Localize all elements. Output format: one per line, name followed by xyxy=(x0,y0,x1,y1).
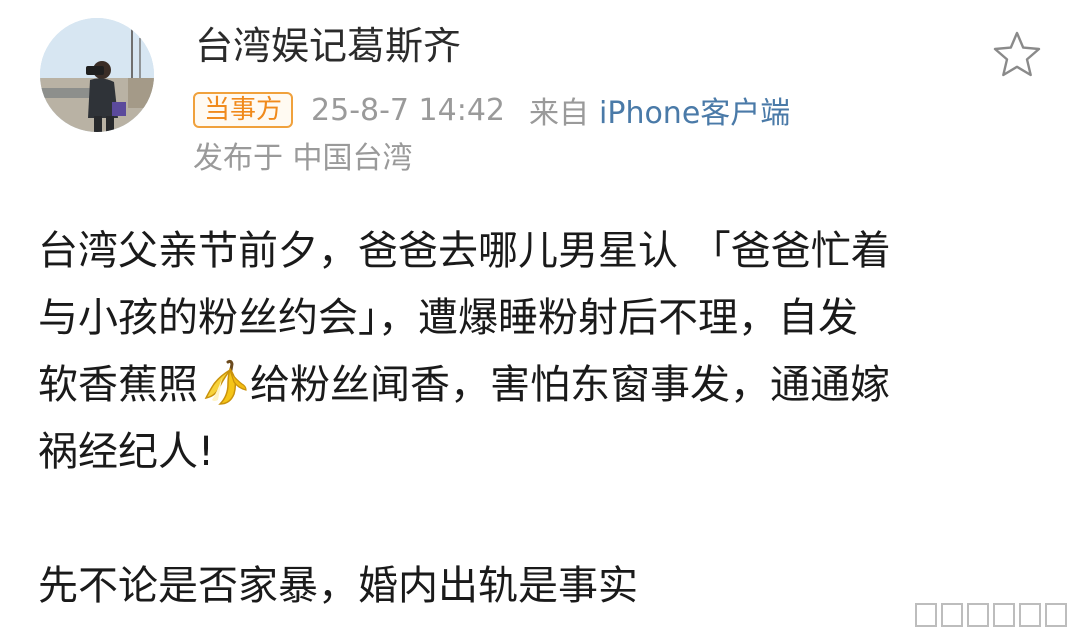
content-line: 与小孩的粉丝约会」，遭爆睡粉射后不理，自发 xyxy=(38,295,858,341)
star-outline-icon xyxy=(993,31,1041,77)
party-badge: 当事方 xyxy=(193,92,294,128)
source-prefix: 来自 xyxy=(529,96,590,131)
author-name[interactable]: 台湾娱记葛斯齐 xyxy=(195,22,461,70)
content-line: 先不论是否家暴，婚内出轨是事实 xyxy=(38,563,638,609)
post-meta: 当事方 25-8-7 14:42 来自 iPhone客户端 xyxy=(193,88,790,132)
weibo-post-card: 台湾娱记葛斯齐 当事方 25-8-7 14:42 来自 iPhone客户端 发布… xyxy=(0,0,1080,637)
source-client-link[interactable]: iPhone客户端 xyxy=(599,88,790,132)
weibo-watermark-icon xyxy=(912,598,1072,632)
banana-emoji-icon xyxy=(198,356,250,408)
post-content: 台湾父亲节前夕，爸爸去哪儿男星认 「爸爸忙着 与小孩的粉丝约会」，遭爆睡粉射后不… xyxy=(38,218,1048,620)
author-avatar[interactable] xyxy=(40,18,154,132)
content-text: 软香蕉照 xyxy=(38,362,198,408)
post-timestamp: 25-8-7 14:42 xyxy=(311,92,506,128)
content-text: 给粉丝闻香，害怕东窗事发，通通嫁 xyxy=(250,362,890,408)
content-line: 软香蕉照 给粉丝闻香，害怕东窗事发，通通嫁 xyxy=(38,352,1048,419)
content-line: 台湾父亲节前夕，爸爸去哪儿男星认 「爸爸忙着 xyxy=(38,228,891,274)
favorite-button[interactable] xyxy=(990,28,1044,82)
avatar-photo xyxy=(40,18,154,132)
content-line: 祸经纪人! xyxy=(38,429,215,475)
post-location: 发布于 中国台湾 xyxy=(193,141,413,176)
